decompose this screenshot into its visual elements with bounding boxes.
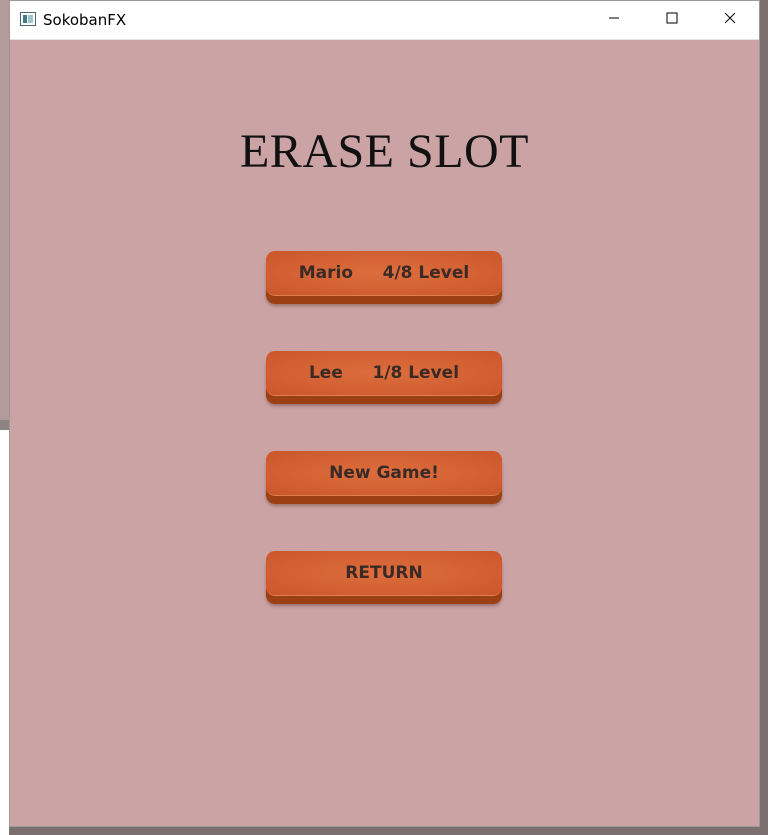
maximize-button[interactable] xyxy=(643,1,701,39)
new-game-button[interactable]: New Game! xyxy=(266,451,502,504)
button-face: Mario 4/8 Level xyxy=(266,251,502,296)
maximize-icon xyxy=(666,11,678,29)
button-label: Lee 1/8 Level xyxy=(308,363,460,383)
close-button[interactable] xyxy=(701,1,759,39)
app-icon xyxy=(20,12,36,26)
button-label: Mario 4/8 Level xyxy=(298,263,470,283)
button-label: RETURN xyxy=(345,563,423,583)
minimize-icon xyxy=(608,11,620,29)
button-label: New Game! xyxy=(329,463,439,483)
minimize-button[interactable] xyxy=(585,1,643,39)
title-bar[interactable]: SokobanFX xyxy=(10,1,759,40)
save-slot-lee-button[interactable]: Lee 1/8 Level xyxy=(266,351,502,404)
close-icon xyxy=(724,11,736,29)
main-content: ERASE SLOT Mario 4/8 Level Lee 1/8 Level… xyxy=(10,40,759,826)
window-title: SokobanFX xyxy=(43,11,127,29)
button-face: RETURN xyxy=(266,551,502,596)
button-face: Lee 1/8 Level xyxy=(266,351,502,396)
page-title: ERASE SLOT xyxy=(239,125,529,178)
return-button[interactable]: RETURN xyxy=(266,551,502,604)
desktop-window-edge-shadow xyxy=(0,420,9,430)
button-face: New Game! xyxy=(266,451,502,496)
save-slot-mario-button[interactable]: Mario 4/8 Level xyxy=(266,251,502,304)
app-window: SokobanFX ERASE SLOT Mario 4/8 Level Lee… xyxy=(9,0,760,827)
desktop-window-edge xyxy=(0,0,9,430)
